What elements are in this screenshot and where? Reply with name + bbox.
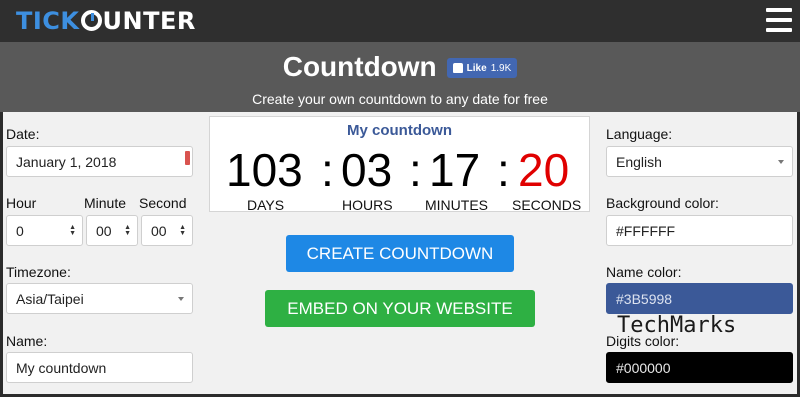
- timezone-value: Asia/Taipei: [16, 290, 84, 307]
- seconds-digits: 20: [518, 144, 570, 196]
- background-color-label: Background color:: [606, 195, 719, 211]
- second-value: 00: [151, 222, 167, 239]
- hour-value: 0: [16, 222, 24, 239]
- hour-select[interactable]: 0 ▲ ▼: [6, 215, 83, 246]
- minutes-label: MINUTES: [425, 197, 488, 213]
- page-title: Countdown: [282, 51, 437, 82]
- hour-label: Hour: [6, 195, 37, 211]
- countdown-preview: My countdown 103 : 03 : 17 : 20 DAYS HOU…: [209, 116, 591, 213]
- days-digits: 103: [226, 144, 303, 196]
- tickcounter-logo[interactable]: TICK UNTER: [16, 7, 196, 35]
- up-down-arrows-icon: ▲ ▼: [69, 224, 76, 237]
- date-value: January 1, 2018: [16, 153, 117, 170]
- like-count: 1.9K: [490, 62, 512, 74]
- like-label: Like: [466, 62, 487, 74]
- minute-value: 00: [96, 222, 112, 239]
- digits-color-input[interactable]: #000000: [606, 352, 793, 383]
- logo-clock-icon: [80, 10, 102, 31]
- page-banner: Countdown Like 1.9K Create your own coun…: [0, 42, 800, 112]
- top-bar: TICK UNTER: [0, 0, 800, 42]
- separator: :: [409, 144, 422, 196]
- name-color-value: #3B5998: [616, 290, 673, 307]
- facebook-like-button[interactable]: Like 1.9K: [446, 58, 518, 78]
- name-label: Name:: [6, 333, 48, 349]
- timezone-label: Timezone:: [6, 264, 71, 280]
- up-down-arrows-icon: ▲ ▼: [124, 224, 131, 237]
- banner-title-row: Countdown Like 1.9K: [0, 51, 800, 83]
- name-value: My countdown: [16, 359, 107, 376]
- minutes-digits: 17: [429, 144, 481, 196]
- date-input[interactable]: January 1, 2018: [6, 146, 193, 177]
- hours-digits: 03: [341, 144, 393, 196]
- date-label: Date:: [6, 126, 40, 142]
- second-label: Second: [139, 195, 187, 211]
- countdown-digits: 103 : 03 : 17 : 20: [210, 143, 591, 196]
- techmarks-watermark: TechMarks: [617, 313, 737, 338]
- days-label: DAYS: [247, 197, 285, 213]
- seconds-label: SECONDS: [512, 197, 582, 213]
- language-value: English: [616, 153, 662, 170]
- name-color-label: Name color:: [606, 264, 682, 280]
- background-color-input[interactable]: #FFFFFF: [606, 215, 793, 246]
- embed-website-button[interactable]: EMBED ON YOUR WEBSITE: [265, 290, 535, 327]
- logo-text-unter: UNTER: [102, 7, 196, 35]
- language-select[interactable]: English: [606, 146, 793, 177]
- calendar-icon[interactable]: [185, 151, 190, 165]
- name-input[interactable]: My countdown: [6, 352, 193, 383]
- separator: :: [497, 144, 510, 196]
- create-countdown-button[interactable]: CREATE COUNTDOWN: [286, 235, 514, 272]
- timezone-select[interactable]: Asia/Taipei: [6, 283, 193, 314]
- second-select[interactable]: 00 ▲ ▼: [141, 215, 193, 246]
- thumbs-up-icon: [452, 63, 463, 73]
- countdown-name: My countdown: [347, 122, 452, 139]
- digits-color-value: #000000: [616, 359, 671, 376]
- up-down-arrows-icon: ▲ ▼: [179, 224, 186, 237]
- name-color-input[interactable]: #3B5998: [606, 283, 793, 314]
- chevron-down-icon: [778, 160, 784, 164]
- minute-label: Minute: [84, 195, 127, 211]
- chevron-down-icon: [178, 297, 184, 301]
- background-color-value: #FFFFFF: [616, 222, 676, 239]
- language-label: Language:: [606, 126, 673, 142]
- hours-label: HOURS: [342, 197, 393, 213]
- page-subtitle: Create your own countdown to any date fo…: [252, 91, 548, 107]
- logo-text-tick: TICK: [16, 7, 80, 35]
- hamburger-menu-icon[interactable]: [766, 8, 792, 36]
- minute-select[interactable]: 00 ▲ ▼: [86, 215, 138, 246]
- separator: :: [321, 144, 334, 196]
